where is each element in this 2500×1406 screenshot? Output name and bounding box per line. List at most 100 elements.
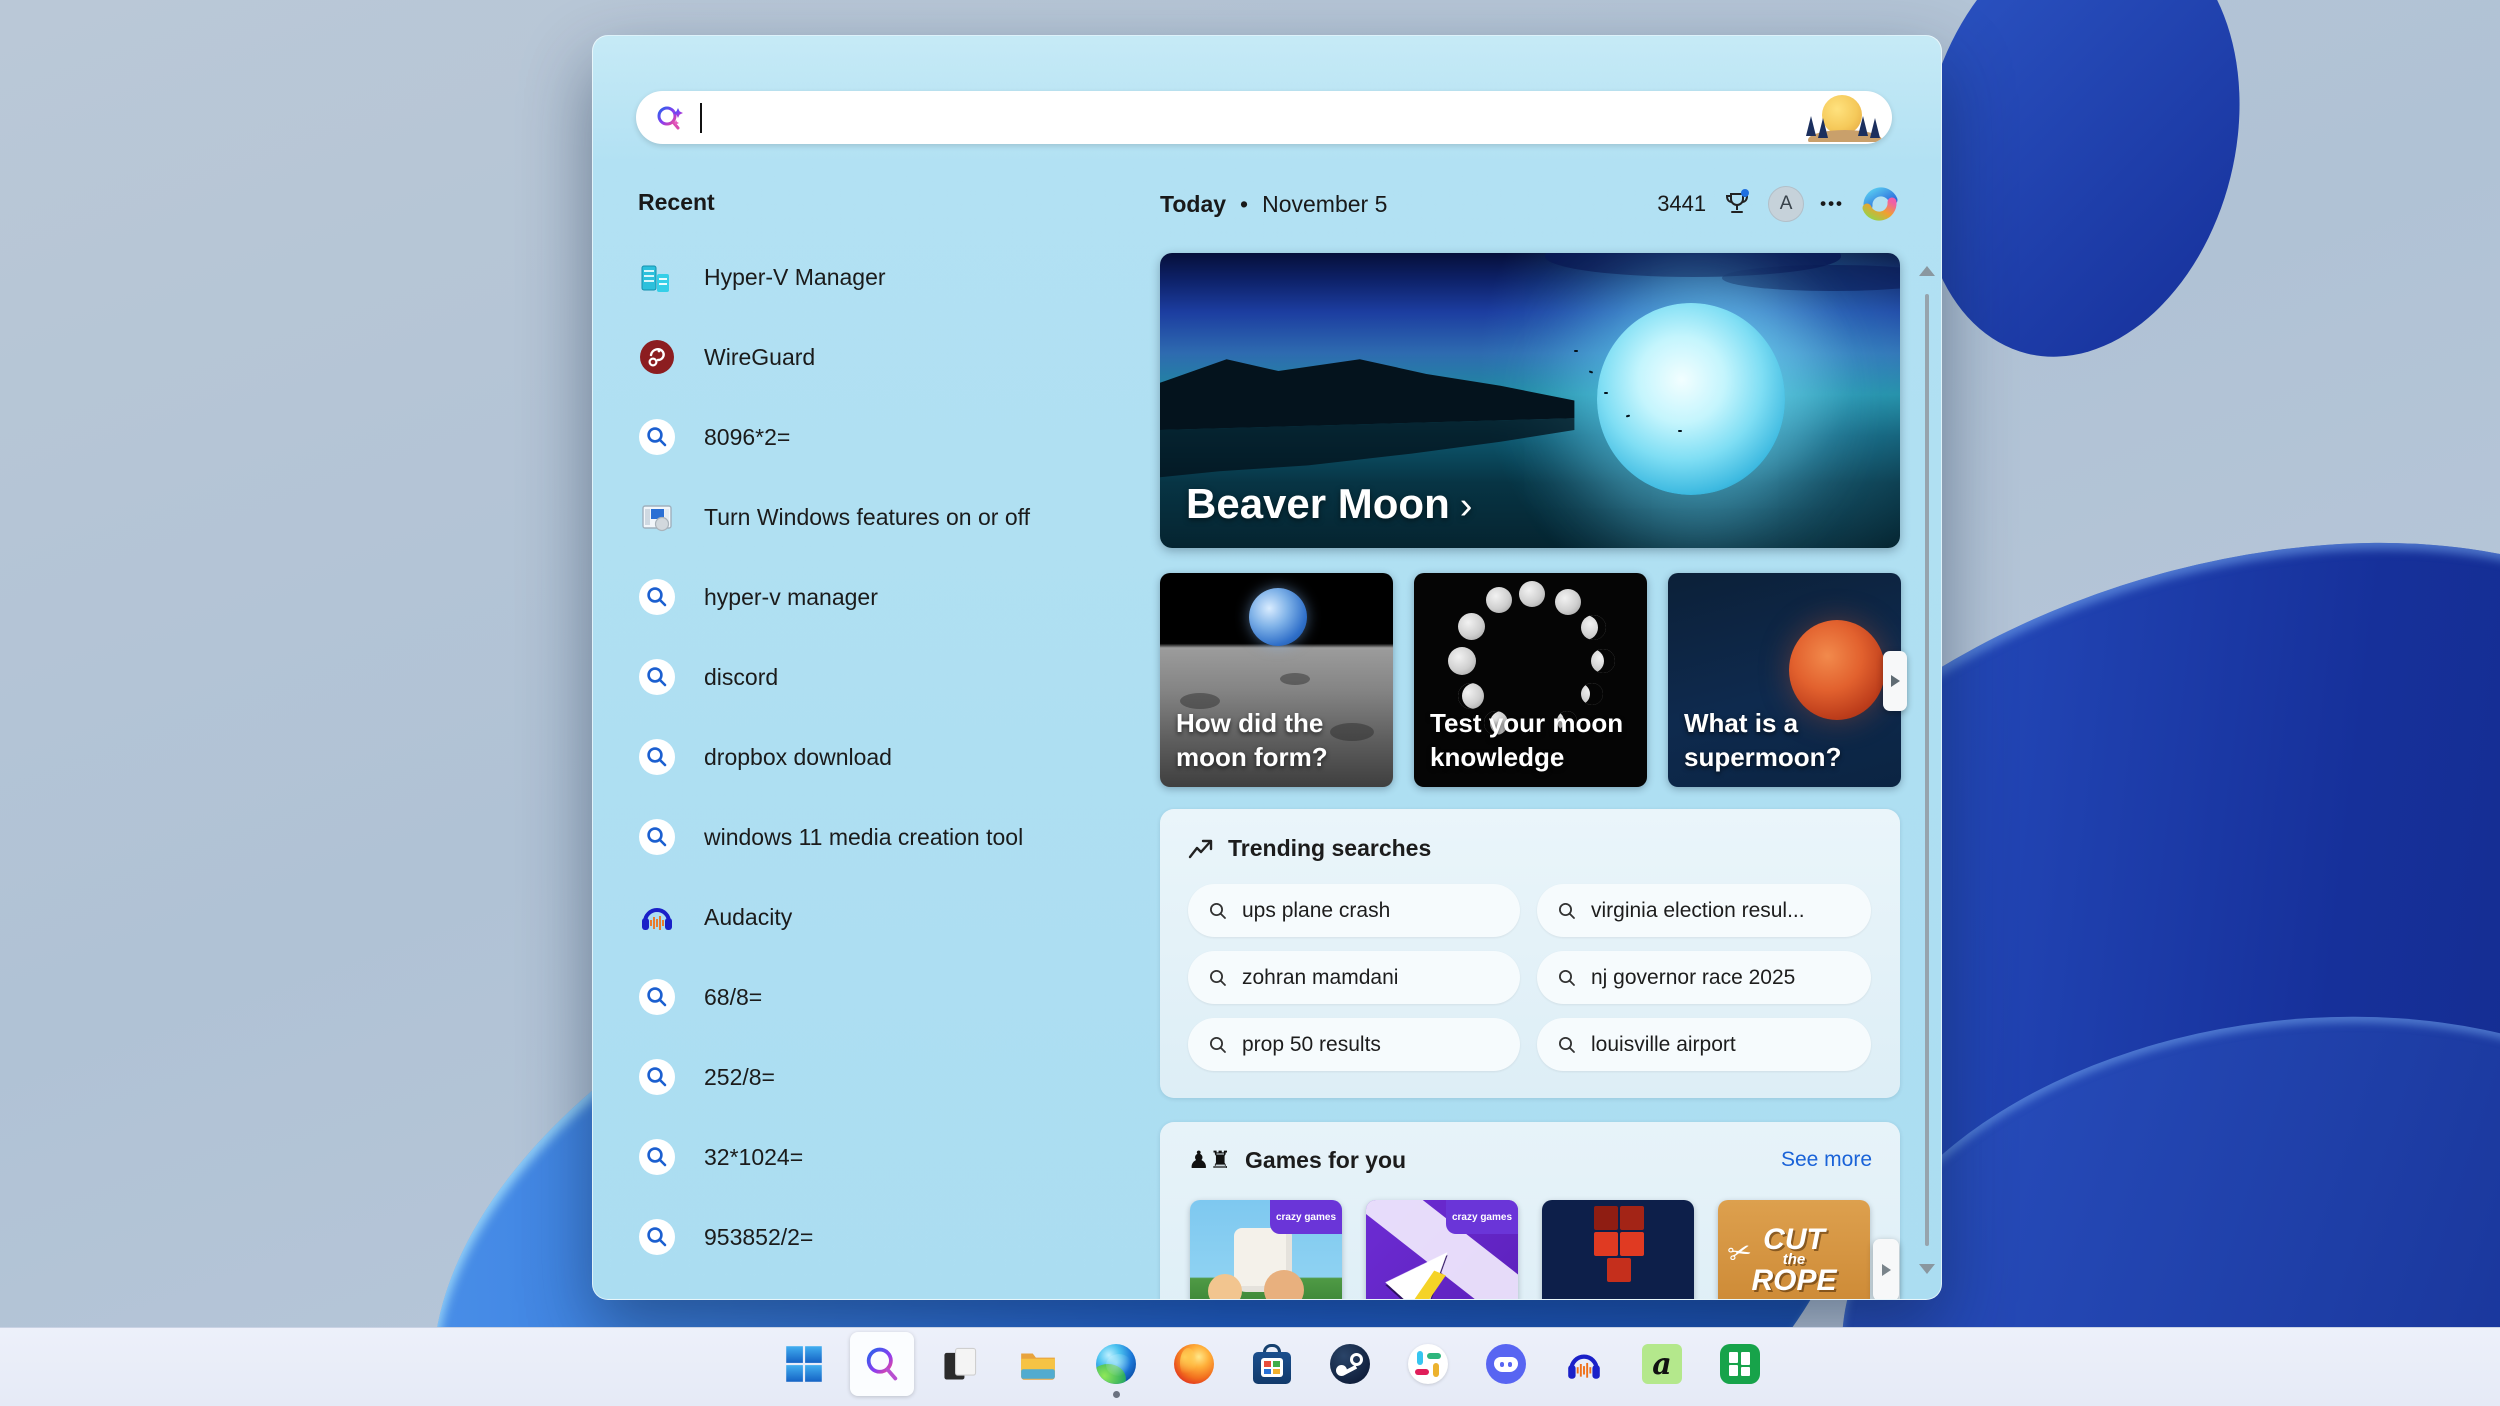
slack-icon (1408, 1344, 1448, 1384)
recent-list: Hyper-V Manager WireGuard (636, 237, 1176, 1277)
story-card-title: What is a supermoon? (1684, 707, 1887, 775)
game-thumbnail[interactable]: crazy games (1366, 1200, 1518, 1300)
file-explorer-button[interactable] (1006, 1332, 1070, 1396)
recent-item-wireguard[interactable]: WireGuard (636, 317, 1176, 397)
copilot-icon[interactable] (1860, 184, 1900, 224)
more-options-button[interactable]: ••• (1820, 194, 1844, 214)
recent-item-label: discord (704, 664, 778, 691)
trending-pill[interactable]: prop 50 results (1188, 1018, 1520, 1071)
recent-item-search-history[interactable]: windows 11 media creation tool (636, 797, 1176, 877)
search-history-icon (638, 1218, 676, 1256)
trending-pill[interactable]: virginia election resul... (1537, 884, 1871, 937)
hero-moon (1597, 303, 1785, 495)
firefox-icon (1174, 1344, 1214, 1384)
search-input[interactable] (702, 91, 1802, 144)
taskbar: a 1 (0, 1327, 2500, 1406)
scrollbar-thumb[interactable] (1925, 294, 1929, 1246)
start-button[interactable] (772, 1332, 836, 1396)
hyper-v-icon (638, 258, 676, 296)
recent-item-hyper-v-manager[interactable]: Hyper-V Manager (636, 237, 1176, 317)
task-view-icon (940, 1344, 980, 1384)
trending-icon (1188, 837, 1214, 861)
recent-item-windows-features[interactable]: Turn Windows features on or off (636, 477, 1176, 557)
recent-item-search-history[interactable]: 8096*2= (636, 397, 1176, 477)
story-card-supermoon[interactable]: What is a supermoon? (1668, 573, 1901, 787)
recent-item-search-history[interactable]: discord (636, 637, 1176, 717)
slack-button[interactable] (1396, 1332, 1460, 1396)
green-window-app-button[interactable] (1708, 1332, 1772, 1396)
steam-button[interactable] (1318, 1332, 1382, 1396)
today-header-row: Today • November 5 3441 A ••• (1160, 181, 1900, 227)
microsoft-store-icon (1253, 1344, 1291, 1384)
taskbar-icons: a (772, 1332, 1772, 1396)
recent-item-label: 32*1024= (704, 1144, 803, 1171)
account-avatar[interactable]: A (1768, 186, 1804, 222)
earth-image (1249, 588, 1307, 646)
story-card-title: Test your moon knowledge (1430, 707, 1633, 775)
edge-button[interactable] (1084, 1332, 1148, 1396)
see-more-link[interactable]: See more (1781, 1148, 1872, 1172)
search-history-icon (638, 1058, 676, 1096)
recent-item-label: Audacity (704, 904, 792, 931)
scrollbar-up-arrow[interactable] (1919, 266, 1935, 276)
trending-pill[interactable]: louisville airport (1537, 1018, 1871, 1071)
trending-pill[interactable]: nj governor race 2025 (1537, 951, 1871, 1004)
game-thumbnail-cut-the-rope[interactable]: ✂ CUT the ROPE (1718, 1200, 1870, 1300)
search-icon (1208, 968, 1228, 988)
search-history-icon (638, 418, 676, 456)
discord-button[interactable] (1474, 1332, 1538, 1396)
trending-pill[interactable]: zohran mamdani (1188, 951, 1520, 1004)
search-taskbar-icon (862, 1344, 902, 1384)
running-indicator (1113, 1391, 1120, 1398)
app-a-button[interactable]: a (1630, 1332, 1694, 1396)
search-button[interactable] (850, 1332, 914, 1396)
audacity-button[interactable] (1552, 1332, 1616, 1396)
carousel-next-button[interactable] (1883, 651, 1907, 711)
hero-title: Beaver Moon› (1186, 480, 1472, 528)
games-carousel-next-button[interactable] (1873, 1239, 1899, 1300)
recent-item-search-history[interactable]: dropbox download (636, 717, 1176, 797)
rewards-trophy-icon[interactable] (1722, 188, 1752, 220)
game-thumbnail[interactable]: crazy games (1190, 1200, 1342, 1300)
hero-story-card[interactable]: Beaver Moon› (1160, 253, 1900, 548)
search-icon (1557, 968, 1577, 988)
search-icon (1557, 901, 1577, 921)
search-icon (1208, 901, 1228, 921)
task-view-button[interactable] (928, 1332, 992, 1396)
audacity-icon (638, 898, 676, 936)
recent-section-title: Recent (638, 189, 715, 216)
search-history-icon (638, 658, 676, 696)
chevron-right-icon: › (1460, 485, 1473, 527)
trending-pill[interactable]: ups plane crash (1188, 884, 1520, 937)
app-a-icon: a (1642, 1344, 1682, 1384)
scrollbar-down-arrow[interactable] (1919, 1264, 1935, 1274)
games-title: Games for you (1245, 1147, 1781, 1174)
ai-search-icon (654, 102, 686, 134)
search-box[interactable] (636, 91, 1892, 144)
search-history-icon (638, 978, 676, 1016)
game-thumbnail[interactable] (1542, 1200, 1694, 1300)
story-card-moon-form[interactable]: How did the moon form? (1160, 573, 1393, 787)
firefox-button[interactable] (1162, 1332, 1226, 1396)
recent-item-search-history[interactable]: 68/8= (636, 957, 1176, 1037)
wireguard-icon (638, 338, 676, 376)
recent-item-label: 8096*2= (704, 424, 790, 451)
recent-item-search-history[interactable]: 252/8= (636, 1037, 1176, 1117)
story-cards-row: How did the moon form? Test your moon kn… (1160, 573, 1901, 787)
story-card-moon-quiz[interactable]: Test your moon knowledge (1414, 573, 1647, 787)
rewards-points[interactable]: 3441 (1657, 191, 1706, 217)
green-window-icon (1720, 1344, 1760, 1384)
recent-item-label: hyper-v manager (704, 584, 878, 611)
recent-item-search-history[interactable]: 32*1024= (636, 1117, 1176, 1197)
recent-item-audacity[interactable]: Audacity (636, 877, 1176, 957)
recent-item-search-history[interactable]: 953852/2= (636, 1197, 1176, 1277)
story-card-title: How did the moon form? (1176, 707, 1379, 775)
game-thumbnails-row: crazy games crazy games (1190, 1200, 1870, 1300)
today-label: Today (1160, 191, 1226, 218)
recent-item-search-history[interactable]: hyper-v manager (636, 557, 1176, 637)
games-for-you-card: ♟♜ Games for you See more crazy games cr… (1160, 1122, 1900, 1300)
search-flyout-panel: Recent Hyper-V Manager (592, 35, 1942, 1300)
file-explorer-icon (1018, 1344, 1058, 1384)
audacity-taskbar-icon (1564, 1344, 1604, 1384)
microsoft-store-button[interactable] (1240, 1332, 1304, 1396)
